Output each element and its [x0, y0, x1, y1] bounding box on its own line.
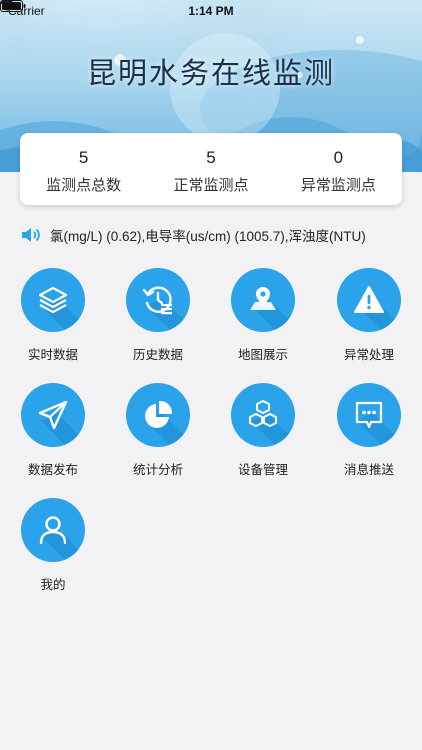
menu-label: 数据发布	[27, 462, 78, 477]
battery-icon	[0, 0, 26, 12]
menu-icon-circle	[231, 383, 295, 447]
pie-chart-icon	[145, 400, 173, 428]
stat-abnormal[interactable]: 0 异常监测点	[275, 133, 402, 205]
menu-icon-circle	[21, 383, 85, 447]
menu-item-statistics[interactable]: 统计分析	[110, 383, 206, 483]
menu-label: 我的	[40, 577, 66, 592]
status-time: 1:14 PM	[188, 4, 234, 18]
stats-card: 5 监测点总数 5 正常监测点 0 异常监测点	[20, 133, 402, 205]
menu-label: 消息推送	[343, 462, 394, 477]
menu-icon-circle	[337, 383, 401, 447]
app-title: 昆明水务在线监测	[86, 56, 335, 90]
menu-item-profile[interactable]: 我的	[5, 498, 101, 598]
map-icon	[250, 287, 276, 310]
menu-item-message-push[interactable]: 消息推送	[321, 383, 417, 483]
stat-total[interactable]: 5 监测点总数	[20, 133, 147, 205]
message-icon	[355, 401, 383, 429]
boxes-icon	[249, 400, 277, 427]
menu-icon-circle	[126, 268, 190, 332]
status-bar: Carrier 1:14 PM	[0, 0, 422, 22]
menu-icon-circle	[21, 268, 85, 332]
menu-item-exception-handling[interactable]: 异常处理	[321, 268, 417, 368]
user-icon	[39, 516, 67, 545]
stat-label: 异常监测点	[300, 176, 376, 194]
menu-label: 异常处理	[343, 347, 394, 362]
menu-item-data-publish[interactable]: 数据发布	[5, 383, 101, 483]
stat-normal[interactable]: 5 正常监测点	[147, 133, 274, 205]
menu-item-history-data[interactable]: 历史数据	[110, 268, 206, 368]
stat-value: 0	[333, 148, 344, 167]
speaker-icon	[22, 228, 40, 242]
stat-label: 正常监测点	[173, 176, 249, 194]
send-icon	[38, 400, 68, 430]
stat-value: 5	[206, 148, 216, 167]
stat-value: 5	[78, 148, 89, 167]
stat-label: 监测点总数	[46, 176, 122, 194]
ticker-text: 氯(mg/L) (0.62),电导率(us/cm) (1005.7),浑浊度(N…	[50, 229, 366, 244]
menu-label: 历史数据	[132, 347, 183, 362]
menu-icon-circle	[126, 383, 190, 447]
menu-icon-circle	[337, 268, 401, 332]
menu-label: 地图展示	[237, 347, 288, 362]
menu-icon-circle	[21, 498, 85, 562]
notice-ticker[interactable]: 氯(mg/L) (0.62),电导率(us/cm) (1005.7),浑浊度(N…	[20, 223, 410, 247]
menu-label: 统计分析	[132, 462, 183, 477]
menu-label: 设备管理	[237, 462, 288, 477]
menu-item-device-management[interactable]: 设备管理	[215, 383, 311, 483]
history-icon	[142, 286, 172, 315]
warning-icon	[354, 286, 384, 313]
menu-icon-circle	[231, 268, 295, 332]
menu-item-map-display[interactable]: 地图展示	[215, 268, 311, 368]
menu-item-realtime-data[interactable]: 实时数据	[5, 268, 101, 368]
layers-icon	[38, 286, 68, 314]
menu-label: 实时数据	[27, 347, 78, 362]
